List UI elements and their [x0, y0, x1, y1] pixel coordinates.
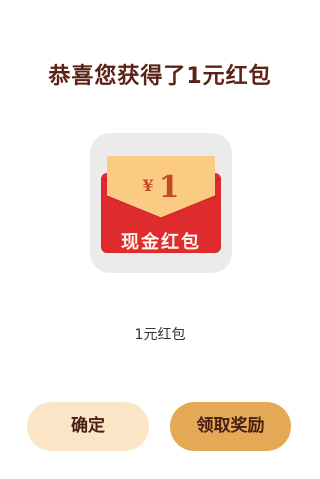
dialog-title: 恭喜您获得了1元红包	[48, 64, 272, 89]
coupon-card: ¥1	[107, 156, 215, 220]
coupon-amount: ¥1	[107, 170, 215, 205]
currency-symbol: ¥	[142, 176, 154, 195]
amount-value: 1	[158, 170, 180, 205]
claim-reward-button[interactable]: 领取奖励	[170, 402, 291, 451]
confirm-button[interactable]: 确定	[27, 402, 149, 451]
reward-name: 1元红包	[134, 327, 186, 343]
red-envelope-icon-card: ¥1 现金红包	[90, 133, 232, 273]
envelope-label: 现金红包	[121, 232, 201, 253]
